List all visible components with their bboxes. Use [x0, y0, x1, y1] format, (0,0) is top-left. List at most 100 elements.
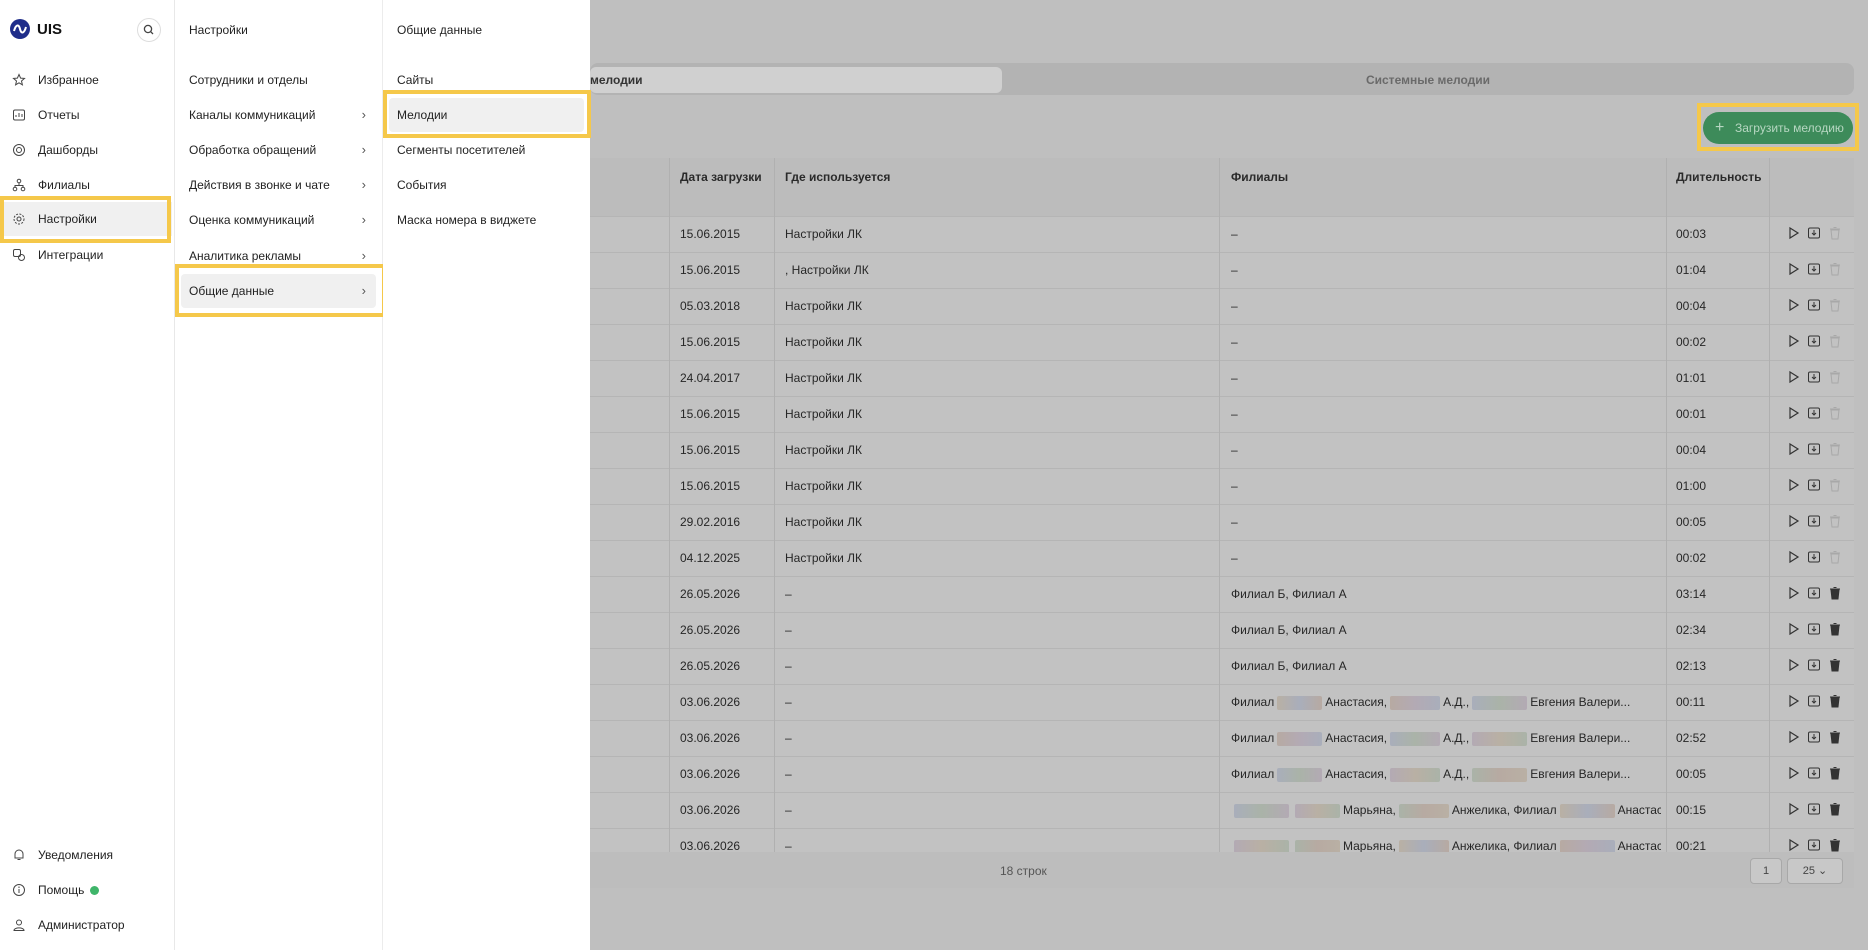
trash-icon[interactable]	[1828, 658, 1842, 672]
table-row[interactable]: 15.06.2015 Настройки ЛК – 01:00	[590, 468, 1854, 504]
tab-custom-melodies[interactable]: мелодии	[590, 67, 1002, 93]
general-menu-item[interactable]: Сайты	[389, 63, 584, 97]
nav-settings[interactable]: Настройки	[0, 202, 172, 236]
play-icon[interactable]	[1786, 766, 1800, 780]
table-row[interactable]: 03.06.2026 – Филиал Анастасия, А.Д., Евгения …	[590, 684, 1854, 720]
download-icon[interactable]	[1807, 658, 1821, 672]
download-icon[interactable]	[1807, 694, 1821, 708]
nav-admin[interactable]: Администратор	[0, 908, 172, 942]
play-icon[interactable]	[1786, 334, 1800, 348]
col-duration[interactable]: Длительность	[1676, 170, 1761, 184]
download-icon[interactable]	[1807, 298, 1821, 312]
download-icon[interactable]	[1807, 370, 1821, 384]
download-icon[interactable]	[1807, 550, 1821, 564]
general-menu-item[interactable]: Мелодии	[389, 98, 584, 132]
play-icon[interactable]	[1786, 370, 1800, 384]
play-icon[interactable]	[1786, 622, 1800, 636]
trash-icon[interactable]	[1828, 694, 1842, 708]
settings-menu-item[interactable]: Каналы коммуникаций ›	[181, 98, 376, 132]
search-button[interactable]	[137, 18, 161, 42]
table-row[interactable]: 26.05.2026 – Филиал Б, Филиал А 02:13	[590, 648, 1854, 684]
play-icon[interactable]	[1786, 550, 1800, 564]
trash-icon[interactable]	[1828, 730, 1842, 744]
trash-icon[interactable]	[1828, 838, 1842, 852]
download-icon[interactable]	[1807, 622, 1821, 636]
col-branches[interactable]: Филиалы	[1231, 170, 1288, 184]
table-row[interactable]: 29.02.2016 Настройки ЛК – 00:05	[590, 504, 1854, 540]
play-icon[interactable]	[1786, 658, 1800, 672]
tab-system-melodies[interactable]: Системные мелодии	[1002, 67, 1854, 93]
trash-icon[interactable]	[1828, 766, 1842, 780]
play-icon[interactable]	[1786, 586, 1800, 600]
nav-favorites[interactable]: Избранное	[0, 63, 172, 97]
play-icon[interactable]	[1786, 802, 1800, 816]
download-icon[interactable]	[1807, 730, 1821, 744]
settings-menu-item[interactable]: Сотрудники и отделы	[181, 63, 376, 97]
settings-menu-item[interactable]: Аналитика рекламы ›	[181, 239, 376, 273]
nav-dashboards[interactable]: Дашборды	[0, 133, 172, 167]
download-icon[interactable]	[1807, 766, 1821, 780]
nav-integrations[interactable]: Интеграции	[0, 238, 172, 272]
play-icon[interactable]	[1786, 478, 1800, 492]
nav-help[interactable]: Помощь	[0, 873, 172, 907]
play-icon[interactable]	[1786, 298, 1800, 312]
page-size-select[interactable]: 25 ⌄	[1787, 858, 1843, 884]
download-icon[interactable]	[1807, 406, 1821, 420]
trash-icon[interactable]	[1828, 370, 1842, 384]
general-menu-item[interactable]: События	[389, 168, 584, 202]
trash-icon[interactable]	[1828, 406, 1842, 420]
trash-icon[interactable]	[1828, 262, 1842, 276]
table-row[interactable]: 15.06.2015 Настройки ЛК – 00:04	[590, 432, 1854, 468]
play-icon[interactable]	[1786, 730, 1800, 744]
download-icon[interactable]	[1807, 514, 1821, 528]
table-row[interactable]: 03.06.2026 – Филиал Анастасия, А.Д., Евгения …	[590, 720, 1854, 756]
nav-notifications[interactable]: Уведомления	[0, 838, 172, 872]
play-icon[interactable]	[1786, 838, 1800, 852]
trash-icon[interactable]	[1828, 442, 1842, 456]
trash-icon[interactable]	[1828, 550, 1842, 564]
table-row[interactable]: 26.05.2026 – Филиал Б, Филиал А 03:14	[590, 576, 1854, 612]
table-row[interactable]: 26.05.2026 – Филиал Б, Филиал А 02:34	[590, 612, 1854, 648]
play-icon[interactable]	[1786, 406, 1800, 420]
play-icon[interactable]	[1786, 442, 1800, 456]
settings-menu-item[interactable]: Обработка обращений ›	[181, 133, 376, 167]
trash-icon[interactable]	[1828, 586, 1842, 600]
table-row[interactable]: 04.12.2025 Настройки ЛК – 00:02	[590, 540, 1854, 576]
nav-reports[interactable]: Отчеты	[0, 98, 172, 132]
download-icon[interactable]	[1807, 838, 1821, 852]
col-date[interactable]: Дата загрузки	[680, 170, 762, 184]
page-number[interactable]: 1	[1750, 858, 1782, 884]
table-row[interactable]: 24.04.2017 Настройки ЛК – 01:01	[590, 360, 1854, 396]
play-icon[interactable]	[1786, 262, 1800, 276]
table-row[interactable]: 03.06.2026 – Филиал Анастасия, А.Д., Евгения …	[590, 756, 1854, 792]
general-menu-item[interactable]: Маска номера в виджете	[389, 203, 584, 237]
download-icon[interactable]	[1807, 478, 1821, 492]
settings-menu-item[interactable]: Действия в звонке и чате ›	[181, 168, 376, 202]
trash-icon[interactable]	[1828, 622, 1842, 636]
upload-melody-button[interactable]: + Загрузить мелодию	[1703, 112, 1853, 144]
settings-menu-item[interactable]: Общие данные ›	[181, 274, 376, 308]
table-row[interactable]: 15.06.2015 Настройки ЛК – 00:03	[590, 216, 1854, 252]
table-row[interactable]: 15.06.2015 Настройки ЛК – 00:01	[590, 396, 1854, 432]
download-icon[interactable]	[1807, 802, 1821, 816]
logo[interactable]: UIS	[10, 19, 62, 39]
table-row[interactable]: 03.06.2026 – Марьяна, Анжелика, Филиал Анаст…	[590, 792, 1854, 828]
nav-branches[interactable]: Филиалы	[0, 168, 172, 202]
settings-menu-item[interactable]: Оценка коммуникаций ›	[181, 203, 376, 237]
table-row[interactable]: 05.03.2018 Настройки ЛК – 00:04	[590, 288, 1854, 324]
download-icon[interactable]	[1807, 262, 1821, 276]
trash-icon[interactable]	[1828, 802, 1842, 816]
table-row[interactable]: 15.06.2015 , Настройки ЛК – 01:04	[590, 252, 1854, 288]
download-icon[interactable]	[1807, 442, 1821, 456]
download-icon[interactable]	[1807, 226, 1821, 240]
trash-icon[interactable]	[1828, 226, 1842, 240]
general-menu-item[interactable]: Сегменты посетителей	[389, 133, 584, 167]
play-icon[interactable]	[1786, 694, 1800, 708]
play-icon[interactable]	[1786, 226, 1800, 240]
trash-icon[interactable]	[1828, 334, 1842, 348]
table-row[interactable]: 15.06.2015 Настройки ЛК – 00:02	[590, 324, 1854, 360]
trash-icon[interactable]	[1828, 478, 1842, 492]
download-icon[interactable]	[1807, 586, 1821, 600]
trash-icon[interactable]	[1828, 298, 1842, 312]
trash-icon[interactable]	[1828, 514, 1842, 528]
